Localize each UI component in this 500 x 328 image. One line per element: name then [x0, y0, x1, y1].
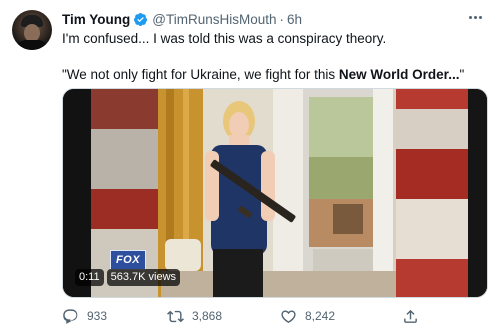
tweet-text: I'm confused... I was told this was a co…: [62, 30, 487, 84]
like-count: 8,242: [305, 309, 336, 323]
heart-icon: [281, 309, 296, 323]
retweet-button[interactable]: 3,868: [167, 306, 222, 326]
author-handle[interactable]: @TimRunsHisMouth: [152, 12, 276, 27]
tweet-timestamp[interactable]: 6h: [287, 12, 302, 27]
tweet-header: Tim Young @TimRunsHisMouth · 6h: [62, 10, 302, 28]
tweet-actions: 933 3,868 8,242: [62, 306, 482, 326]
reply-button[interactable]: 933: [62, 306, 107, 326]
like-button[interactable]: 8,242: [280, 306, 335, 326]
avatar[interactable]: [12, 10, 52, 50]
author-name[interactable]: Tim Young: [62, 12, 130, 27]
separator-dot: ·: [279, 11, 285, 27]
quote-open: "We not only fight for Ukraine, we fight…: [62, 67, 339, 82]
quote-bold: New World Order...: [338, 67, 460, 82]
fox-news-logo: FOX: [110, 250, 146, 270]
reply-icon: [63, 308, 78, 324]
video-duration-badge: 0:11: [75, 269, 104, 286]
tweet-card[interactable]: Tim Young @TimRunsHisMouth · 6h I'm conf…: [0, 0, 500, 328]
quote-close: ": [459, 67, 465, 82]
more-options-icon[interactable]: [464, 9, 486, 25]
share-icon: [404, 309, 417, 323]
retweet-icon: [167, 310, 184, 322]
retweet-count: 3,868: [192, 309, 223, 323]
tweet-quote: "We not only fight for Ukraine, we fight…: [62, 66, 487, 84]
tweet-line-1: I'm confused... I was told this was a co…: [62, 31, 387, 46]
reply-count: 933: [87, 309, 108, 323]
video-player[interactable]: FOX 0:11 563.7K views: [62, 88, 488, 298]
video-stats: 0:11 563.7K views: [75, 269, 181, 286]
share-button[interactable]: [402, 306, 427, 326]
video-views-badge: 563.7K views: [106, 269, 181, 286]
verified-badge-icon: [134, 12, 148, 26]
